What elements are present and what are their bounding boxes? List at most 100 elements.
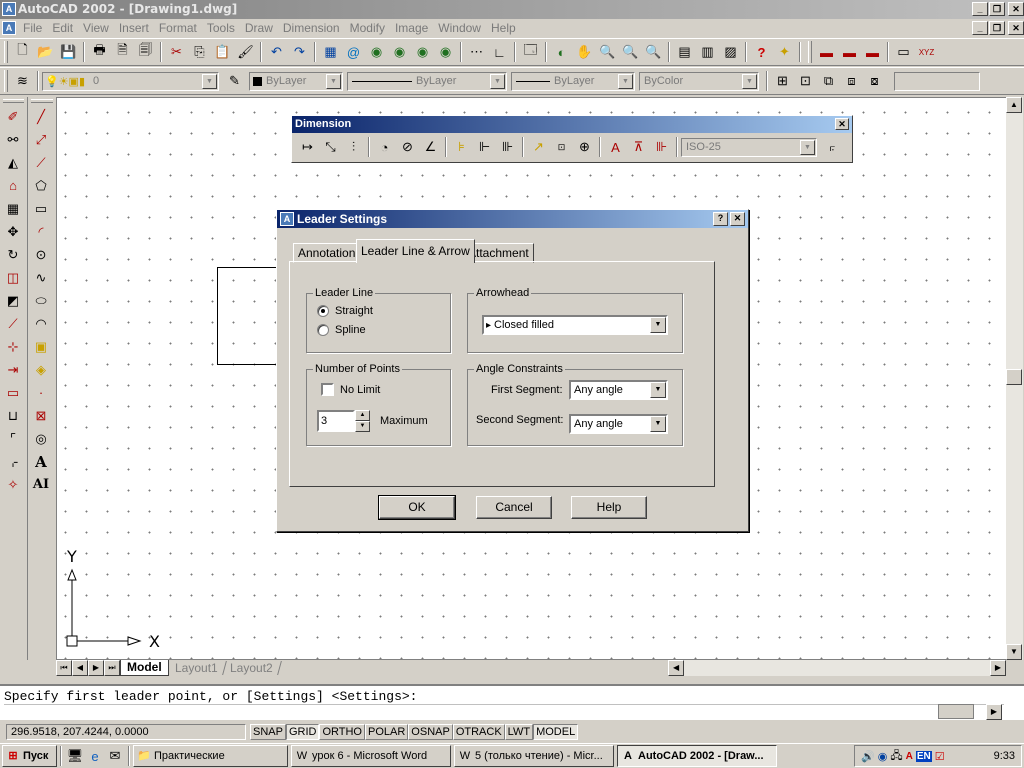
- help-icon[interactable]: ?: [750, 41, 773, 63]
- construction-line-icon[interactable]: ⤢: [28, 128, 54, 151]
- radio-straight-button[interactable]: [317, 305, 329, 317]
- zoom-window-icon[interactable]: 🔍: [619, 41, 642, 63]
- command-scroll[interactable]: [938, 704, 974, 719]
- status-ortho-button[interactable]: ORTHO: [319, 724, 365, 740]
- web-icon-3[interactable]: ◉: [411, 41, 434, 63]
- lengthen-icon[interactable]: ⟋: [0, 312, 26, 335]
- cut-icon[interactable]: ✂: [165, 41, 188, 63]
- points-input[interactable]: 3: [317, 410, 355, 432]
- status-model-button[interactable]: MODEL: [533, 724, 579, 740]
- horizontal-scrollbar[interactable]: ◀ ▶: [668, 660, 1006, 676]
- new-icon[interactable]: 🗋: [11, 41, 34, 63]
- polygon-icon[interactable]: ⬠: [28, 174, 54, 197]
- checkbox-tray-icon[interactable]: ☑: [935, 750, 945, 763]
- taskbar-task-3[interactable]: A AutoCAD 2002 - [Draw...: [617, 745, 777, 767]
- doc-restore-button[interactable]: ❐: [989, 21, 1005, 35]
- outlook-icon[interactable]: ✉: [105, 745, 125, 767]
- toolbar-handle[interactable]: [808, 41, 812, 63]
- tray-icon-1[interactable]: ◉: [878, 750, 888, 763]
- toolbar-handle[interactable]: [4, 41, 8, 63]
- taskbar-task-1[interactable]: Wурок 6 - Microsoft Word: [291, 745, 451, 767]
- zoom-realtime-icon[interactable]: 🔍: [596, 41, 619, 63]
- menu-insert[interactable]: Insert: [114, 19, 154, 37]
- radius-dimension-icon[interactable]: ◔: [373, 136, 396, 158]
- line-icon[interactable]: ╱: [28, 105, 54, 128]
- region-icon[interactable]: ◎: [28, 427, 54, 450]
- ordinate-dimension-icon[interactable]: ⫶: [342, 136, 365, 158]
- print-icon[interactable]: 🖶: [88, 41, 111, 63]
- dimension-close-icon[interactable]: ✕: [835, 118, 849, 130]
- spline-icon[interactable]: ∿: [28, 266, 54, 289]
- last-tab-icon[interactable]: ⏭: [104, 660, 120, 676]
- break-at-point-icon[interactable]: ⊔: [0, 404, 26, 427]
- dimension-update-icon[interactable]: ⊪: [650, 136, 673, 158]
- undo-icon[interactable]: ↶: [265, 41, 288, 63]
- command-window[interactable]: Specify first leader point, or [Settings…: [0, 684, 1024, 720]
- network-icon[interactable]: 🖧: [890, 747, 902, 766]
- layers-icon[interactable]: ≋: [11, 70, 34, 92]
- stretch-icon[interactable]: ◩: [0, 289, 26, 312]
- prev-tab-icon[interactable]: ◀: [72, 660, 88, 676]
- menu-edit[interactable]: Edit: [47, 19, 78, 37]
- first-tab-icon[interactable]: ⏮: [56, 660, 72, 676]
- menu-format[interactable]: Format: [154, 19, 202, 37]
- rectangle-icon[interactable]: ▭: [28, 197, 54, 220]
- help-button[interactable]: Help: [571, 496, 647, 519]
- arc-icon[interactable]: ◜: [28, 220, 54, 243]
- break-icon[interactable]: ▭: [0, 381, 26, 404]
- ok-button[interactable]: OK: [378, 495, 456, 520]
- trim-icon[interactable]: ⊹: [0, 335, 26, 358]
- linetype-combo[interactable]: ByLayer ▼: [347, 71, 507, 91]
- chamfer-icon[interactable]: ⌜: [0, 427, 26, 450]
- paste-icon[interactable]: 📋: [211, 41, 234, 63]
- fillet-icon[interactable]: ⌌: [0, 450, 26, 473]
- show-desktop-icon[interactable]: 🖥: [65, 745, 85, 767]
- dialog-help-icon[interactable]: ?: [713, 212, 728, 226]
- offset-icon[interactable]: ⌂: [0, 174, 26, 197]
- status-grid-button[interactable]: GRID: [285, 724, 320, 740]
- tab-annotation[interactable]: Annotation: [293, 243, 361, 263]
- web-icon-2[interactable]: ◉: [388, 41, 411, 63]
- command-scroll-right-icon[interactable]: ▶: [986, 704, 1002, 720]
- volume-icon[interactable]: 🔊: [861, 750, 875, 763]
- xyz-icon[interactable]: XYZ: [915, 41, 938, 63]
- chevron-down-icon[interactable]: ▼: [326, 73, 341, 89]
- radio-spline-button[interactable]: [317, 324, 329, 336]
- 3d-orbit-icon[interactable]: ◐: [550, 41, 573, 63]
- baseline-dimension-icon[interactable]: ⊩: [473, 136, 496, 158]
- pan-icon[interactable]: ✋: [573, 41, 596, 63]
- toolbar-handle[interactable]: [4, 70, 8, 92]
- polyline-icon[interactable]: ⟋: [28, 151, 54, 174]
- hatch-icon[interactable]: ⊠: [28, 404, 54, 427]
- circle-icon[interactable]: ⊙: [28, 243, 54, 266]
- design-center-icon[interactable]: ▦: [319, 41, 342, 63]
- dimension-toolbar-title[interactable]: Dimension: [292, 116, 852, 133]
- acrobat-icon[interactable]: A: [906, 751, 913, 762]
- first-segment-select[interactable]: Any angle ▼: [569, 380, 668, 400]
- doc-minimize-button[interactable]: _: [972, 21, 988, 35]
- quick-leader-icon[interactable]: ↗: [527, 136, 550, 158]
- status-lwt-button[interactable]: LWT: [504, 724, 534, 740]
- second-segment-select[interactable]: Any angle ▼: [569, 414, 668, 434]
- menu-window[interactable]: Window: [433, 19, 486, 37]
- lineweight-combo[interactable]: ByLayer ▼: [511, 71, 635, 91]
- redo-icon[interactable]: ↷: [288, 41, 311, 63]
- dimension-edit-icon[interactable]: A: [604, 136, 627, 158]
- toolbar-handle[interactable]: [3, 99, 24, 103]
- aligned-dimension-icon[interactable]: ⤡: [319, 136, 342, 158]
- web-icon-1[interactable]: ◉: [365, 41, 388, 63]
- status-otrack-button[interactable]: OTRACK: [452, 724, 505, 740]
- layer-icon-2[interactable]: ▬: [838, 41, 861, 63]
- copy-icon[interactable]: ⎘: [188, 41, 211, 63]
- distance-icon[interactable]: ⋯: [465, 41, 488, 63]
- today-icon[interactable]: ✦: [773, 41, 796, 63]
- layer-icon-3[interactable]: ▬: [861, 41, 884, 63]
- angular-dimension-icon[interactable]: ∠: [419, 136, 442, 158]
- make-layer-current-icon[interactable]: ✎: [223, 70, 246, 92]
- radio-spline[interactable]: Spline: [317, 324, 366, 336]
- text-a-icon[interactable]: A: [28, 450, 54, 473]
- ie-icon[interactable]: e: [85, 745, 105, 767]
- scale-icon[interactable]: ◫: [0, 266, 26, 289]
- publish-icon[interactable]: 🗐: [134, 41, 157, 63]
- status-polar-button[interactable]: POLAR: [365, 724, 409, 740]
